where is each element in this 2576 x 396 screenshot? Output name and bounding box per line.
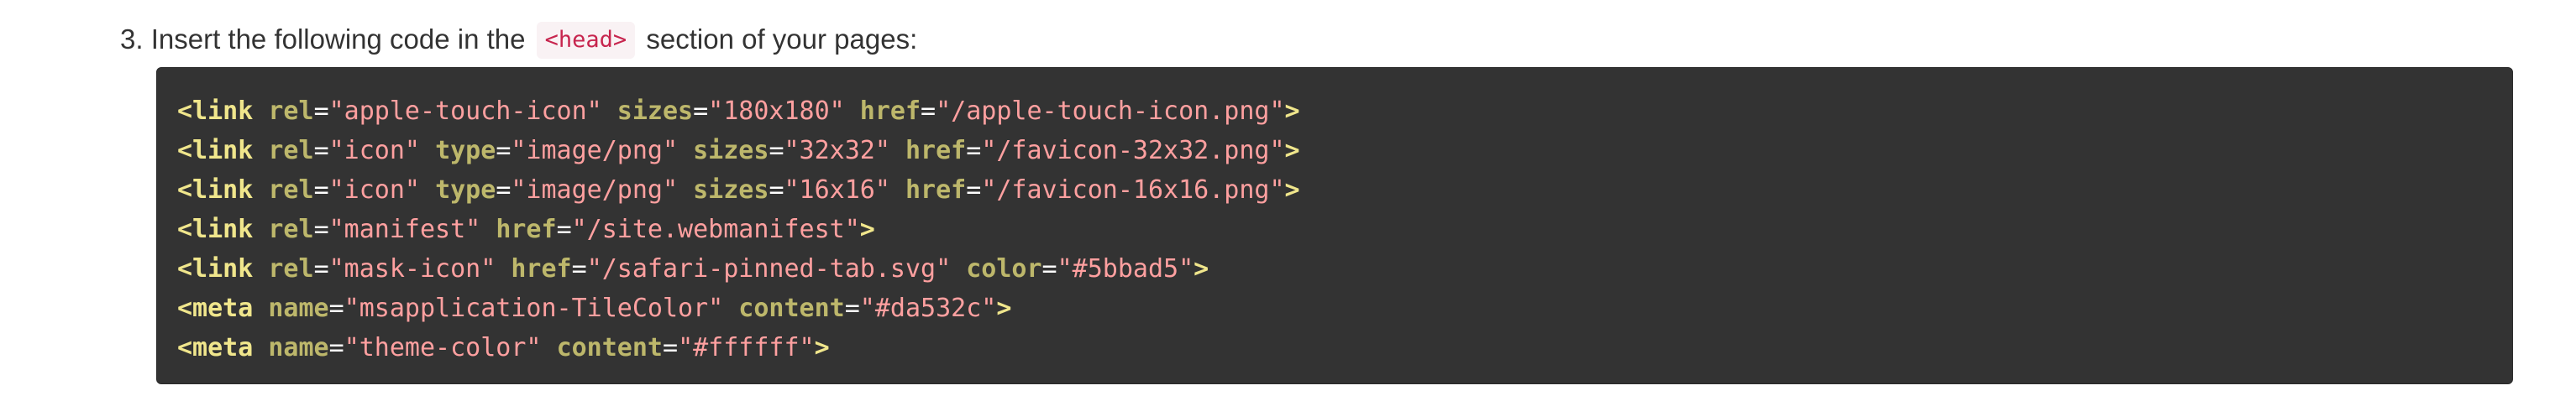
- code-attr-name: rel: [268, 215, 314, 244]
- code-attr-name: type: [435, 136, 496, 165]
- code-attr-value: "/safari-pinned-tab.svg": [586, 254, 952, 284]
- code-equals: =: [571, 254, 587, 284]
- code-attr-name: rel: [268, 175, 314, 205]
- code-attr-name: href: [496, 215, 557, 244]
- step-text-before: Insert the following code in the: [150, 23, 526, 55]
- code-attr-value: "/favicon-16x16.png": [981, 175, 1285, 205]
- code-tag: <link: [177, 215, 254, 244]
- code-equals: =: [313, 136, 329, 165]
- code-attr-name: rel: [268, 136, 314, 165]
- code-attr-name: color: [966, 254, 1042, 284]
- code-attr-name: content: [738, 294, 845, 323]
- code-tag-close: >: [1284, 136, 1300, 165]
- code-equals: =: [966, 136, 982, 165]
- code-attr-name: href: [905, 136, 967, 165]
- code-equals: =: [496, 136, 512, 165]
- code-attr-name: rel: [268, 254, 314, 284]
- step-number: 3.: [120, 23, 144, 55]
- code-attr-value: "apple-touch-icon": [328, 96, 602, 126]
- code-equals: =: [556, 215, 572, 244]
- code-equals: =: [769, 175, 784, 205]
- code-attr-value: "mask-icon": [328, 254, 496, 284]
- code-attr-name: sizes: [616, 96, 694, 126]
- code-attr-value: "theme-color": [344, 333, 542, 362]
- code-tag-close: >: [1194, 254, 1209, 284]
- code-attr-name: content: [556, 333, 663, 362]
- code-equals: =: [313, 215, 329, 244]
- code-line: <link rel="apple-touch-icon" sizes="180x…: [177, 91, 2512, 131]
- code-equals: =: [921, 96, 936, 126]
- code-tag: <link: [177, 175, 254, 205]
- code-attr-value: "#5bbad5": [1057, 254, 1194, 284]
- code-tag-close: >: [996, 294, 1012, 323]
- code-attr-value: "icon": [328, 136, 420, 165]
- code-line: <meta name="theme-color" content="#fffff…: [177, 328, 2512, 367]
- code-attr-value: "#da532c": [859, 294, 997, 323]
- code-attr-value: "32x32": [784, 136, 890, 165]
- code-attr-name: sizes: [693, 136, 769, 165]
- code-tag-close: >: [814, 333, 830, 362]
- code-equals: =: [844, 294, 860, 323]
- code-equals: =: [328, 294, 344, 323]
- code-equals: =: [328, 333, 344, 362]
- code-attr-name: sizes: [693, 175, 769, 205]
- code-tag: <link: [177, 96, 254, 126]
- code-block[interactable]: <link rel="apple-touch-icon" sizes="180x…: [156, 67, 2513, 384]
- code-line: <meta name="msapplication-TileColor" con…: [177, 289, 2512, 328]
- code-line: <link rel="mask-icon" href="/safari-pinn…: [177, 249, 2512, 289]
- code-attr-value: "msapplication-TileColor": [344, 294, 724, 323]
- inline-code-head-tag: <head>: [536, 22, 636, 59]
- code-equals: =: [966, 175, 982, 205]
- code-attr-name: type: [435, 175, 496, 205]
- code-tag: <link: [177, 254, 254, 284]
- code-line: <link rel="icon" type="image/png" sizes=…: [177, 170, 2512, 210]
- code-equals: =: [313, 175, 329, 205]
- code-attr-value: "/site.webmanifest": [571, 215, 860, 244]
- code-attr-value: "image/png": [511, 136, 679, 165]
- code-equals: =: [313, 254, 329, 284]
- code-equals: =: [496, 175, 512, 205]
- code-attr-value: "#ffffff": [678, 333, 815, 362]
- code-attr-value: "/favicon-32x32.png": [981, 136, 1285, 165]
- code-tag: <link: [177, 136, 254, 165]
- code-equals: =: [769, 136, 784, 165]
- code-attr-name: name: [268, 333, 329, 362]
- code-attr-value: "icon": [328, 175, 420, 205]
- code-attr-value: "manifest": [328, 215, 481, 244]
- code-equals: =: [1041, 254, 1057, 284]
- code-attr-value: "16x16": [784, 175, 890, 205]
- code-equals: =: [313, 96, 329, 126]
- code-attr-name: href: [511, 254, 572, 284]
- code-attr-value: "image/png": [511, 175, 679, 205]
- code-attr-value: "180x180": [708, 96, 845, 126]
- code-tag: <meta: [177, 333, 254, 362]
- code-attr-name: rel: [268, 96, 314, 126]
- code-tag-close: >: [1284, 96, 1300, 126]
- code-attr-name: href: [905, 175, 967, 205]
- code-attr-value: "/apple-touch-icon.png": [936, 96, 1285, 126]
- code-tag-close: >: [1284, 175, 1300, 205]
- code-line: <link rel="icon" type="image/png" sizes=…: [177, 131, 2512, 170]
- code-attr-name: name: [268, 294, 329, 323]
- step-text-after: section of your pages:: [646, 23, 918, 55]
- code-line: <link rel="manifest" href="/site.webmani…: [177, 210, 2512, 249]
- code-attr-name: href: [859, 96, 921, 126]
- step-instruction: 3. Insert the following code in the <hea…: [120, 14, 917, 65]
- code-equals: =: [663, 333, 679, 362]
- code-tag: <meta: [177, 294, 254, 323]
- code-equals: =: [693, 96, 709, 126]
- code-tag-close: >: [859, 215, 875, 244]
